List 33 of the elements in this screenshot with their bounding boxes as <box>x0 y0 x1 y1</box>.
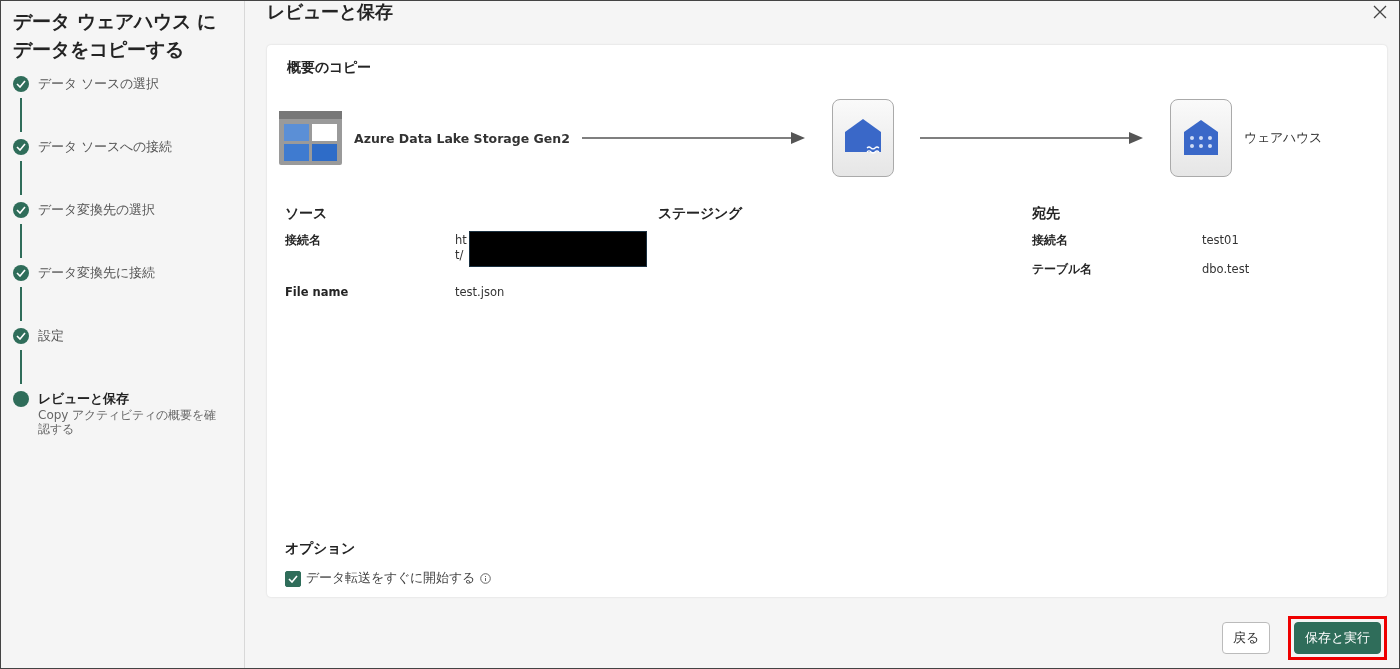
source-name: Azure Data Lake Storage Gen2 <box>354 130 570 146</box>
info-icon <box>480 573 491 584</box>
section-title: ステージング <box>658 205 744 223</box>
field-label: 接続名 <box>285 233 322 249</box>
field-label: テーブル名 <box>1032 262 1093 277</box>
section-title: ソース <box>285 205 328 223</box>
field-value: test01 <box>1202 233 1239 248</box>
step-label[interactable]: レビューと保存 <box>38 390 228 408</box>
field-label: 接続名 <box>1032 233 1069 248</box>
step-label[interactable]: データ変換先の選択 <box>38 201 155 219</box>
page-title: レビューと保存 <box>267 1 393 24</box>
checkbox-label: データ転送をすぐに開始する <box>306 570 475 587</box>
storage-icon <box>279 111 342 165</box>
destination-name: ウェアハウス <box>1243 129 1322 147</box>
warehouse-icon <box>1181 119 1220 157</box>
step-description: Copy アクティビティの概要を確認する <box>38 408 218 436</box>
step-label[interactable]: データ ソースへの接続 <box>38 138 173 156</box>
section-title: オプション <box>285 540 356 558</box>
save-run-button[interactable]: 保存と実行 <box>1294 622 1381 654</box>
section-title: 宛先 <box>1032 205 1061 223</box>
field-value: test.json <box>455 285 505 300</box>
step-label[interactable]: データ変換先に接続 <box>38 264 155 282</box>
checkbox[interactable] <box>285 570 301 587</box>
step-label[interactable]: 設定 <box>38 327 64 345</box>
section-title: 概要のコピー <box>287 59 372 77</box>
close-icon[interactable] <box>1373 5 1387 19</box>
field-value: ht t/ <box>455 233 467 264</box>
step-label[interactable]: データ ソースの選択 <box>38 75 160 93</box>
check-icon <box>288 574 298 583</box>
field-value: dbo.test <box>1202 262 1250 277</box>
wizard-title: データ ウェアハウス にデータをコピーする <box>13 9 218 62</box>
back-button[interactable]: 戻る <box>1222 622 1270 654</box>
field-label: File name <box>285 285 350 300</box>
